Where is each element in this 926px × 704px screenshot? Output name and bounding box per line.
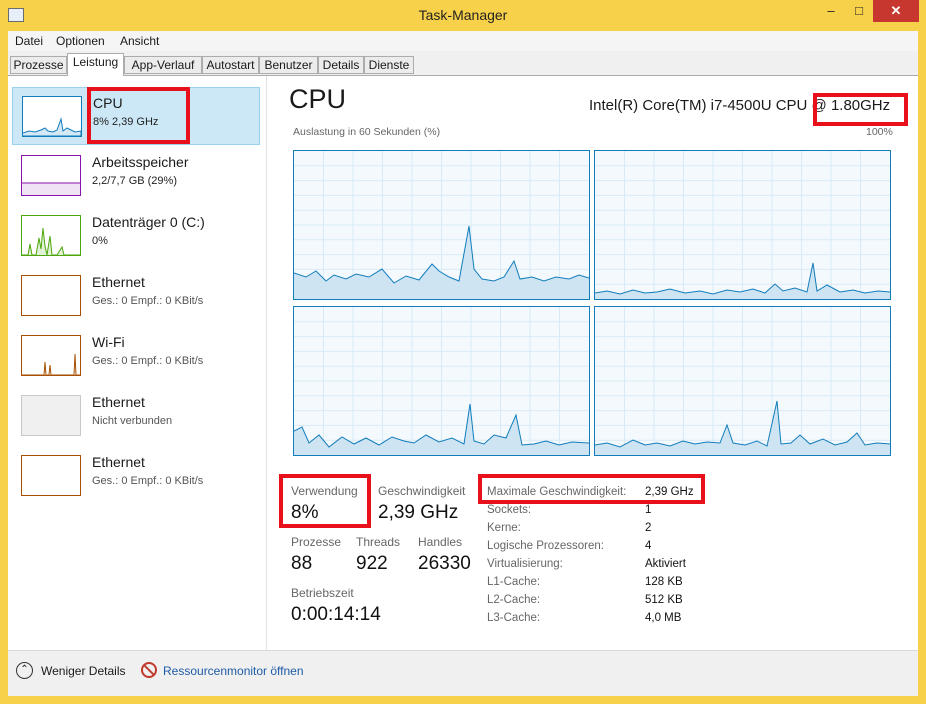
ethernet-thumbnail [21, 275, 81, 316]
highlight-box-base-clock [813, 93, 908, 126]
tab-prozesse[interactable]: Prozesse [10, 56, 67, 74]
processes-value: 88 [291, 553, 313, 574]
sidebar-item-detail: Ges.: 0 Empf.: 0 KBit/s [92, 355, 204, 367]
spec-sockets-value: 1 [645, 504, 652, 516]
spec-l3-cache-value: 4,0 MB [645, 612, 682, 624]
cpu-detail: CPU Intel(R) Core(TM) i7-4500U CPU @ 1.8… [268, 76, 918, 650]
ethernet-thumbnail [21, 455, 81, 496]
tab-strip: Prozesse Leistung App-Verlauf Autostart … [8, 53, 918, 76]
window-client: Datei Optionen Ansicht Prozesse Leistung… [8, 31, 918, 696]
close-button[interactable]: ✕ [873, 0, 919, 22]
spec-virtualization-value: Aktiviert [645, 558, 686, 570]
minimize-button[interactable]: – [818, 0, 844, 22]
handles-label: Handles [418, 535, 463, 549]
cpu-thumbnail [22, 96, 82, 137]
spec-logical-processors-value: 4 [645, 540, 652, 552]
highlight-box-cpu [87, 87, 190, 144]
sidebar-item-name: Ethernet [92, 454, 145, 470]
handles-value: 26330 [418, 553, 471, 574]
threads-label: Threads [356, 535, 401, 549]
tab-benutzer[interactable]: Benutzer [259, 56, 318, 74]
window-title: Task-Manager [418, 7, 508, 23]
sidebar-item-name: Ethernet [92, 394, 145, 410]
sidebar-item-ethernet-1[interactable]: Ethernet Ges.: 0 Empf.: 0 KBit/s [12, 267, 260, 325]
speed-value: 2,39 GHz [378, 502, 459, 523]
cpu-core-graph [293, 150, 590, 300]
tab-autostart[interactable]: Autostart [202, 56, 259, 74]
cpu-core-graph [594, 150, 891, 300]
sidebar-item-detail: Ges.: 0 Empf.: 0 KBit/s [92, 295, 204, 307]
graph-caption: Auslastung in 60 Sekunden (%) [293, 126, 441, 138]
cpu-core-graph [293, 306, 590, 456]
sidebar-item-disk[interactable]: Datenträger 0 (C:) 0% [12, 207, 260, 265]
highlight-box-max-speed [478, 474, 705, 504]
sidebar-item-memory[interactable]: Arbeitsspeicher 2,2/7,7 GB (29%) [12, 147, 260, 205]
maximize-button[interactable]: □ [846, 0, 872, 22]
sidebar-item-ethernet-2[interactable]: Ethernet Nicht verbunden [12, 387, 260, 445]
sidebar-item-detail: 2,2/7,7 GB (29%) [92, 175, 177, 187]
sidebar-item-name: Arbeitsspeicher [92, 154, 189, 170]
sidebar-item-name: Wi-Fi [92, 334, 125, 350]
open-resource-monitor-link[interactable]: Ressourcenmonitor öffnen [163, 664, 304, 678]
spec-virtualization-label: Virtualisierung: [487, 558, 563, 570]
spec-l1-cache-label: L1-Cache: [487, 576, 541, 588]
sidebar-item-detail: 0% [92, 235, 108, 247]
threads-value: 922 [356, 553, 388, 574]
title-bar: Task-Manager – □ ✕ [0, 0, 926, 31]
speed-label: Geschwindigkeit [378, 484, 466, 498]
spec-l2-cache-value: 512 KB [645, 594, 683, 606]
tab-details[interactable]: Details [318, 56, 364, 74]
wifi-thumbnail [21, 335, 81, 376]
ethernet-disconnected-thumbnail [21, 395, 81, 436]
performance-panel: CPU 8% 2,39 GHz Arbeitsspeicher 2,2/7,7 … [8, 76, 918, 651]
menu-bar: Datei Optionen Ansicht [8, 31, 918, 51]
resource-sidebar: CPU 8% 2,39 GHz Arbeitsspeicher 2,2/7,7 … [8, 76, 267, 650]
menu-ansicht[interactable]: Ansicht [120, 34, 159, 48]
resource-monitor-icon[interactable] [141, 662, 157, 678]
processes-label: Prozesse [291, 535, 342, 549]
spec-l3-cache-label: L3-Cache: [487, 612, 541, 624]
spec-cores-value: 2 [645, 522, 652, 534]
footer-bar: ⌃ Weniger Details Ressourcenmonitor öffn… [8, 651, 918, 696]
spec-cores-label: Kerne: [487, 522, 521, 534]
sidebar-item-detail: Ges.: 0 Empf.: 0 KBit/s [92, 475, 204, 487]
spec-l2-cache-label: L2-Cache: [487, 594, 541, 606]
spec-sockets-label: Sockets: [487, 504, 532, 516]
tab-leistung[interactable]: Leistung [67, 53, 124, 76]
tab-dienste[interactable]: Dienste [364, 56, 414, 74]
uptime-label: Betriebszeit [291, 586, 354, 600]
fewer-details-button[interactable]: Weniger Details [41, 664, 125, 678]
highlight-box-usage [279, 474, 371, 528]
graph-max-label: 100% [866, 126, 893, 138]
tab-app-verlauf[interactable]: App-Verlauf [124, 56, 202, 74]
sidebar-item-detail: Nicht verbunden [92, 415, 173, 427]
memory-thumbnail [21, 155, 81, 196]
spec-logical-processors-label: Logische Prozessoren: [487, 540, 604, 552]
sidebar-item-ethernet-3[interactable]: Ethernet Ges.: 0 Empf.: 0 KBit/s [12, 447, 260, 505]
uptime-value: 0:00:14:14 [291, 604, 381, 625]
disk-thumbnail [21, 215, 81, 256]
sidebar-item-name: Ethernet [92, 274, 145, 290]
sidebar-item-name: Datenträger 0 (C:) [92, 214, 205, 230]
sidebar-item-wifi[interactable]: Wi-Fi Ges.: 0 Empf.: 0 KBit/s [12, 327, 260, 385]
cpu-core-graph [594, 306, 891, 456]
menu-datei[interactable]: Datei [15, 34, 43, 48]
menu-optionen[interactable]: Optionen [56, 34, 105, 48]
page-title: CPU [289, 84, 347, 114]
chevron-up-icon[interactable]: ⌃ [16, 662, 33, 679]
spec-l1-cache-value: 128 KB [645, 576, 683, 588]
